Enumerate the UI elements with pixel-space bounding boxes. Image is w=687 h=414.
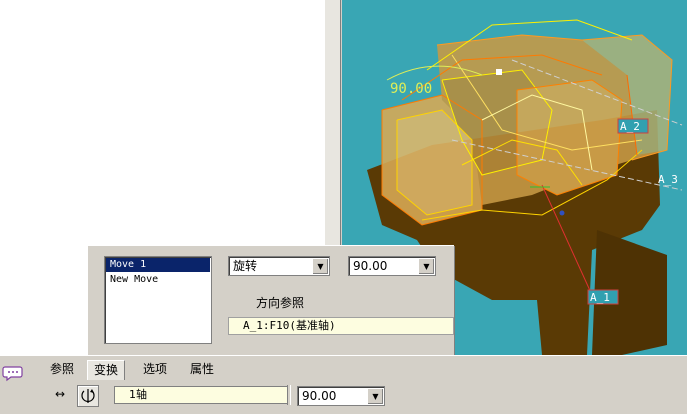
drag-handle-icon[interactable] <box>496 69 502 75</box>
direction-ref-label: 方向参照 <box>256 296 305 310</box>
direction-ref-field[interactable]: A_1:F10(基准轴) <box>228 317 454 335</box>
move-panel: Move 1 New Move 旋转 ▼ 90.00 ▼ 方向参照 A_1:F1… <box>87 245 454 359</box>
dimension-text: 90.00 <box>390 81 432 97</box>
dropdown-arrow-icon[interactable]: ▼ <box>312 258 328 274</box>
axis-label-a1: A_1 <box>590 291 610 304</box>
axis-reference-field[interactable]: 1轴 <box>114 386 288 404</box>
rotate-icon <box>81 389 95 403</box>
axis-label-a3: A_3 <box>658 173 678 186</box>
dropdown-arrow-icon[interactable]: ▼ <box>367 388 383 404</box>
chat-icon[interactable] <box>2 364 24 382</box>
motion-type-select[interactable]: 旋转 ▼ <box>228 256 330 276</box>
dashboard: 参照 变换 选项 属性 ↔ 1轴 90.00 ▼ <box>0 355 687 414</box>
rotate-button[interactable] <box>77 385 99 407</box>
tab-references[interactable]: 参照 <box>44 360 80 379</box>
list-item[interactable]: Move 1 <box>106 258 210 272</box>
translate-arrows-icon[interactable]: ↔ <box>55 387 65 401</box>
angle-value-select[interactable]: 90.00 ▼ <box>297 386 385 406</box>
angle-value-text: 90.00 <box>302 389 337 403</box>
separator <box>287 385 291 405</box>
axis-label-a2: A_2 <box>620 120 640 133</box>
list-item[interactable]: New Move <box>106 273 210 287</box>
tab-properties[interactable]: 属性 <box>184 360 220 379</box>
angle-select-value: 90.00 <box>353 259 388 273</box>
dropdown-arrow-icon[interactable]: ▼ <box>418 258 434 274</box>
angle-select[interactable]: 90.00 ▼ <box>348 256 436 276</box>
tab-transform[interactable]: 变换 <box>87 360 126 380</box>
tab-options[interactable]: 选项 <box>137 360 173 379</box>
motion-type-value: 旋转 <box>233 259 258 273</box>
move-list[interactable]: Move 1 New Move <box>104 256 212 344</box>
